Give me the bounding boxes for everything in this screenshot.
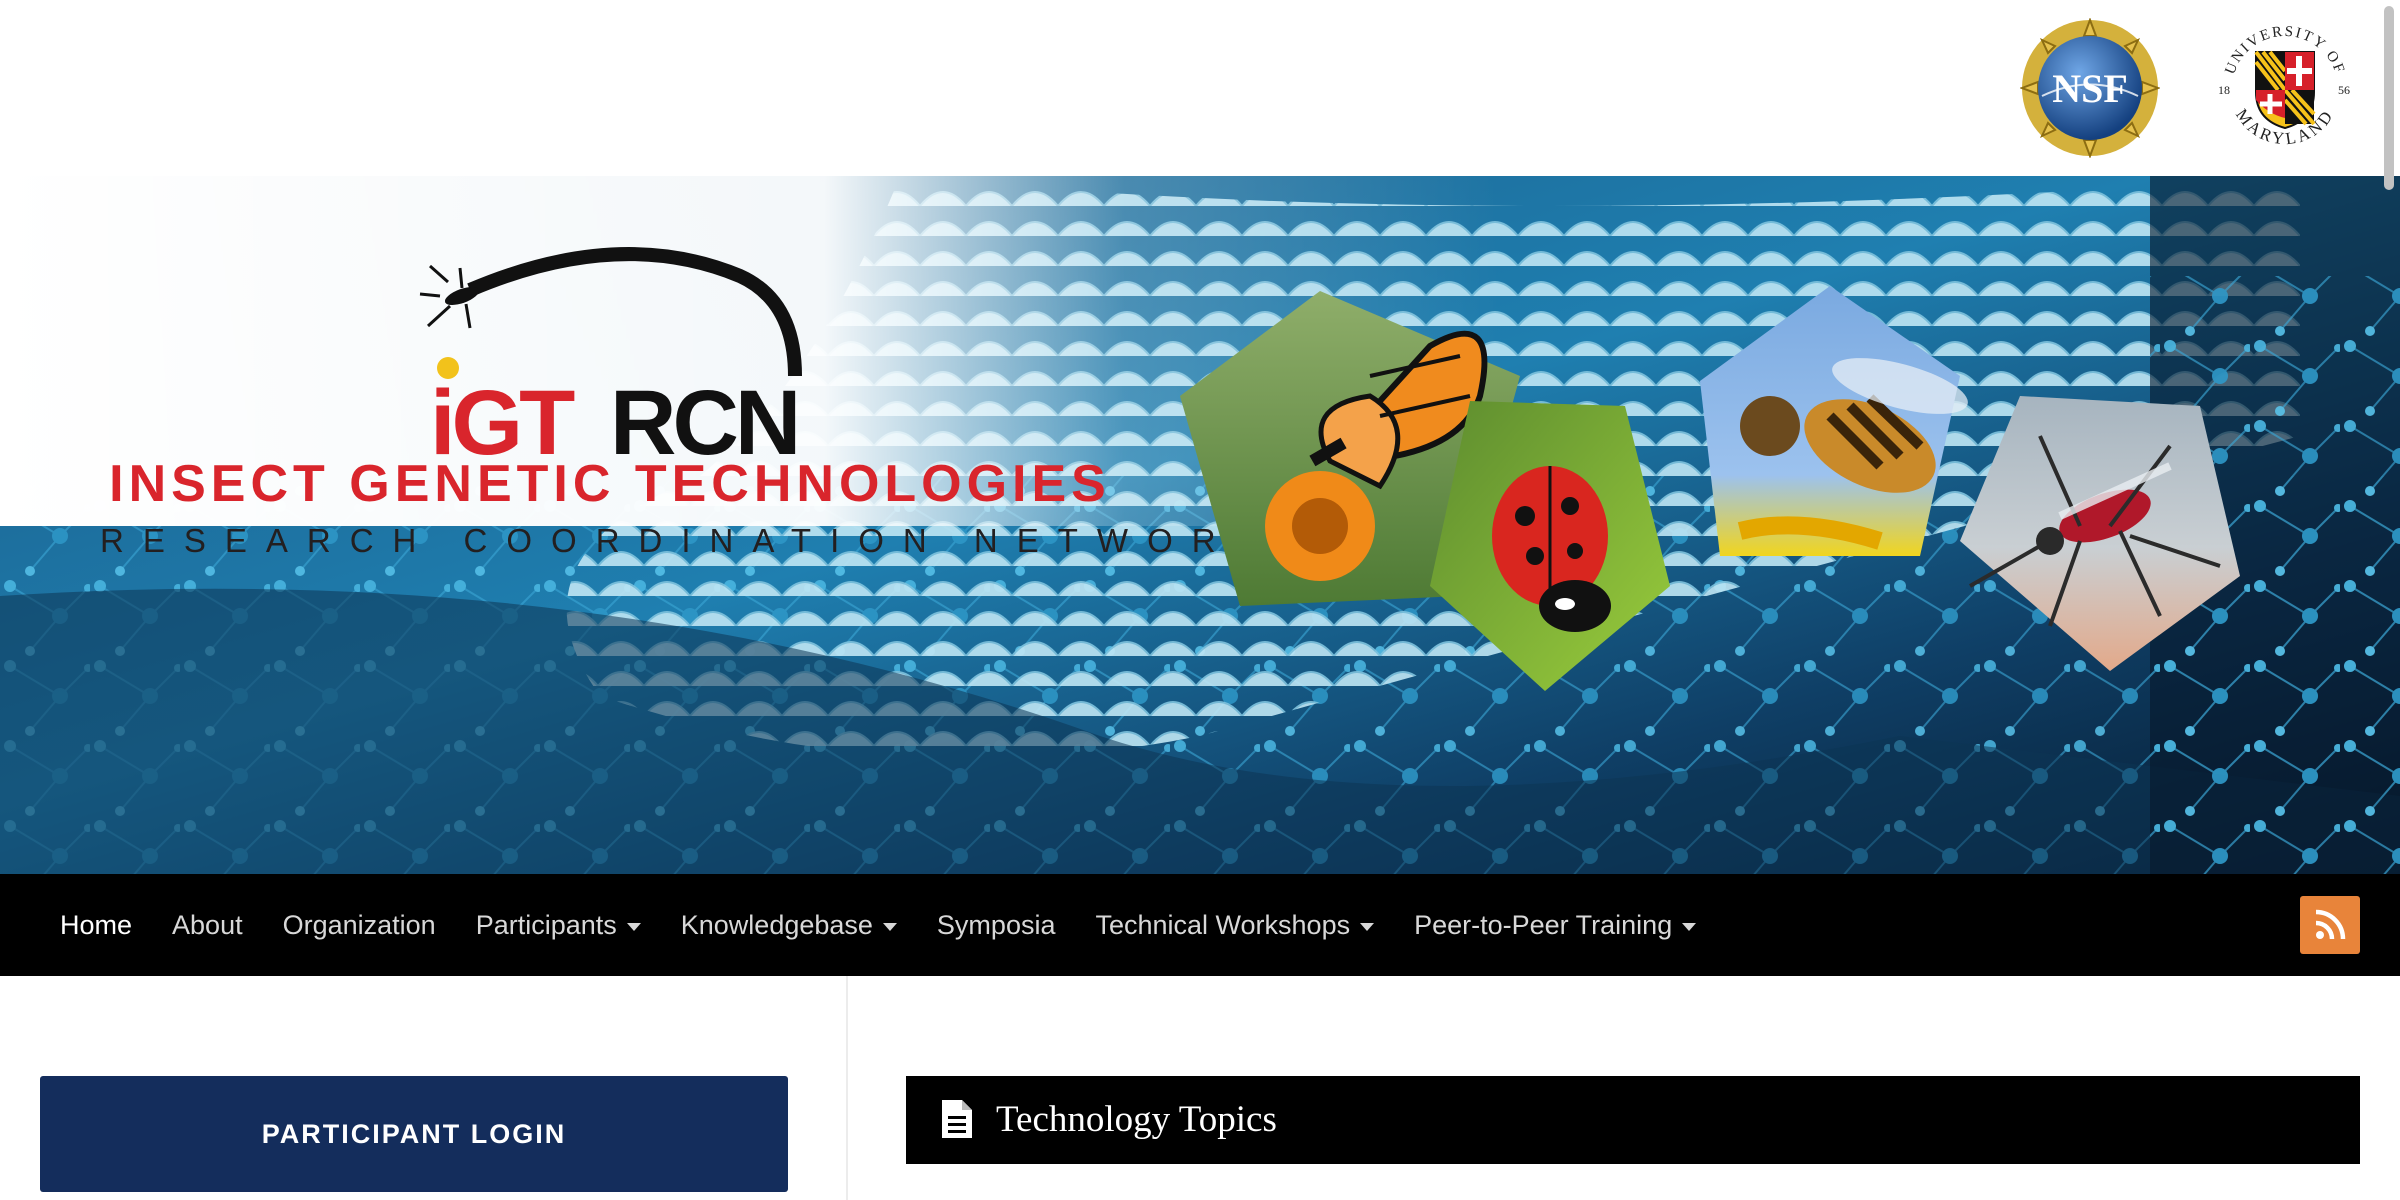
nav-list: Home About Organization Participants Kno… xyxy=(40,874,1716,976)
nav-item-label: Home xyxy=(60,909,133,940)
mosquito-image xyxy=(1960,396,2240,671)
igtrcn-logo-mark: iGT RCN xyxy=(419,247,802,456)
logo-title: INSECT GENETIC TECHNOLOGIES xyxy=(109,455,1111,513)
nav-item-label: Peer-to-Peer Training xyxy=(1414,909,1673,940)
nav-item-label: Knowledgebase xyxy=(680,909,873,940)
svg-text:18: 18 xyxy=(2218,83,2230,97)
nav-item-organization[interactable]: Organization xyxy=(263,874,456,976)
svg-text:iGT: iGT xyxy=(430,372,575,456)
logo-subtitle: RESEARCH COORDINATION NETWORK xyxy=(100,522,1276,559)
honeybee-image xyxy=(1700,286,1968,556)
hero-banner: iGT RCN INSECT GENETIC TECHNOLOGIES RESE… xyxy=(0,176,2400,874)
umd-seal[interactable]: UNIVERSITY OF MARYLAND 18 56 xyxy=(2208,12,2362,166)
nav-item-label: Technical Workshops xyxy=(1095,909,1351,940)
rss-feed-button[interactable] xyxy=(2300,896,2360,954)
document-icon xyxy=(942,1100,972,1138)
igtrcn-logo[interactable]: iGT RCN INSECT GENETIC TECHNOLOGIES RESE… xyxy=(100,236,1276,656)
nav-item-home[interactable]: Home xyxy=(40,874,152,976)
nav-item-knowledgebase[interactable]: Knowledgebase xyxy=(661,874,917,976)
column-divider xyxy=(846,976,848,1200)
nsf-logo[interactable]: NSF xyxy=(2020,18,2160,158)
nav-item-label: Symposia xyxy=(936,909,1056,940)
nav-item-peer-to-peer-training[interactable]: Peer-to-Peer Training xyxy=(1394,874,1716,976)
nav-item-label: Organization xyxy=(282,909,436,940)
caret-down-icon xyxy=(1682,922,1697,931)
technology-topics-header: Technology Topics xyxy=(906,1076,2360,1164)
svg-text:56: 56 xyxy=(2338,83,2350,97)
participant-login-button[interactable]: PARTICIPANT LOGIN xyxy=(40,1076,788,1192)
nsf-logo-text: NSF xyxy=(2052,66,2128,111)
insect-image-collage xyxy=(1180,286,2240,691)
caret-down-icon xyxy=(1360,922,1375,931)
nav-item-about[interactable]: About xyxy=(152,874,263,976)
nav-item-technical-workshops[interactable]: Technical Workshops xyxy=(1075,874,1394,976)
mosquito-icon xyxy=(419,264,480,329)
ladybug-image xyxy=(1430,401,1670,691)
nav-item-participants[interactable]: Participants xyxy=(456,874,661,976)
svg-text:RCN: RCN xyxy=(610,372,797,456)
scrollbar-thumb[interactable] xyxy=(2384,6,2394,190)
caret-down-icon xyxy=(882,922,897,931)
section-title: Technology Topics xyxy=(996,1099,1277,1140)
nav-item-label: Participants xyxy=(475,909,617,940)
rss-icon xyxy=(2315,909,2346,940)
nav-item-label: About xyxy=(172,909,243,940)
nav-item-symposia[interactable]: Symposia xyxy=(917,874,1076,976)
top-strip: NSF UNIVERSITY OF MARYLAND 18 56 xyxy=(0,0,2400,176)
main-navigation: Home About Organization Participants Kno… xyxy=(0,874,2400,976)
caret-down-icon xyxy=(626,922,641,931)
